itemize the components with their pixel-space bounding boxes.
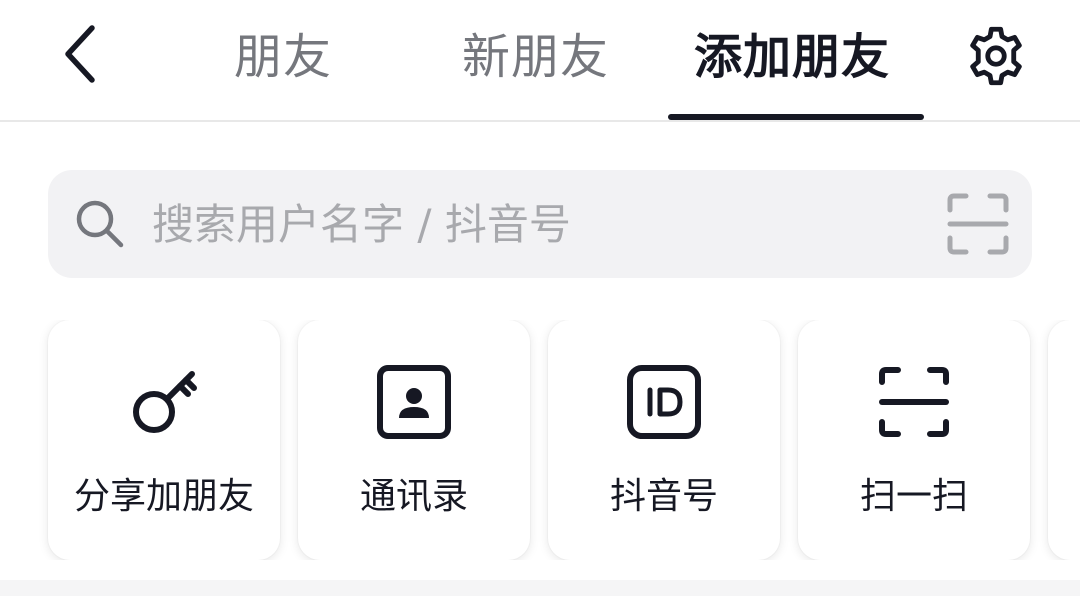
top-nav-bar: 朋友 新朋友 添加朋友 bbox=[0, 0, 1080, 122]
chevron-left-icon bbox=[65, 25, 95, 83]
add-friends-page: 朋友 新朋友 添加朋友 搜索用户名字 / 抖音号 分享加朋友 通讯录 抖音号 扫… bbox=[0, 0, 1080, 580]
search-icon bbox=[76, 200, 124, 248]
card-label: 分享加朋友 bbox=[73, 476, 254, 517]
tab-new-friends[interactable]: 新朋友 bbox=[462, 22, 609, 92]
scan-icon[interactable] bbox=[946, 192, 1010, 256]
share-add-friend-card[interactable]: 分享加朋友 bbox=[48, 320, 280, 560]
settings-button[interactable] bbox=[962, 22, 1030, 90]
more-card[interactable] bbox=[1048, 320, 1080, 560]
tab-add-friends[interactable]: 添加朋友 bbox=[694, 22, 890, 92]
douyin-id-card[interactable]: 抖音号 bbox=[548, 320, 780, 560]
search-bar[interactable] bbox=[48, 170, 1032, 278]
card-label: 抖音号 bbox=[609, 476, 718, 517]
card-label: 扫一扫 bbox=[859, 476, 968, 517]
back-button[interactable] bbox=[52, 20, 108, 88]
scan-icon bbox=[879, 367, 949, 437]
quick-actions: 分享加朋友 通讯录 抖音号 扫一扫 bbox=[0, 320, 1080, 560]
active-tab-indicator bbox=[668, 114, 924, 120]
contacts-icon bbox=[377, 365, 451, 439]
scan-card[interactable]: 扫一扫 bbox=[798, 320, 1030, 560]
contacts-card[interactable]: 通讯录 bbox=[298, 320, 530, 560]
gear-icon bbox=[970, 26, 1022, 86]
search-input[interactable] bbox=[152, 194, 932, 254]
tab-friends[interactable]: 朋友 bbox=[234, 22, 332, 92]
id-icon bbox=[627, 365, 701, 439]
card-label: 通讯录 bbox=[359, 476, 468, 517]
key-icon bbox=[133, 371, 197, 433]
